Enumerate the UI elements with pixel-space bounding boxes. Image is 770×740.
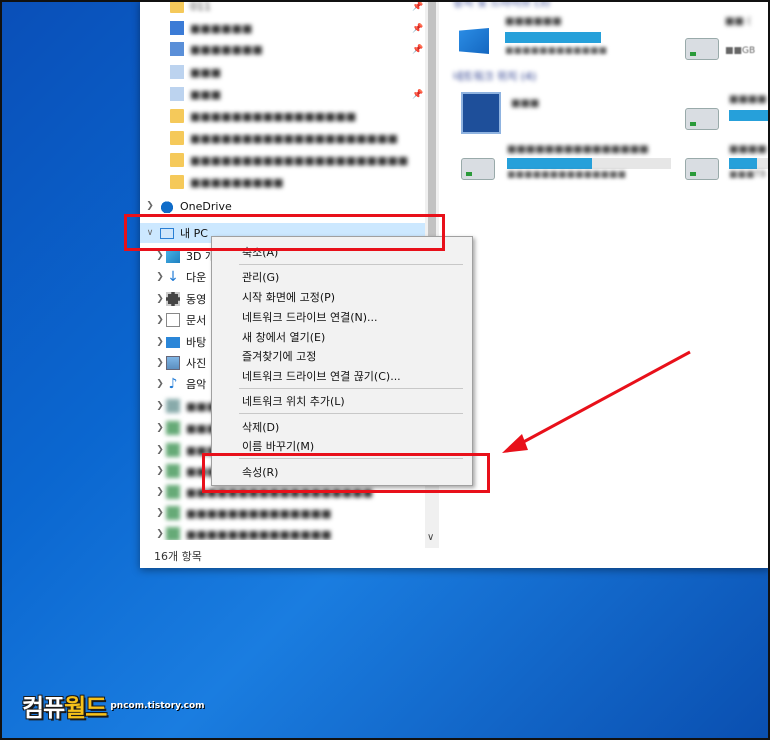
- logo-url: pncom.tistory.com: [110, 700, 205, 711]
- watermark-logo: 컴퓨월드 pncom.tistory.com: [22, 688, 205, 723]
- annotation-arrow: [502, 350, 691, 453]
- logo-text: 컴퓨월드: [22, 694, 107, 722]
